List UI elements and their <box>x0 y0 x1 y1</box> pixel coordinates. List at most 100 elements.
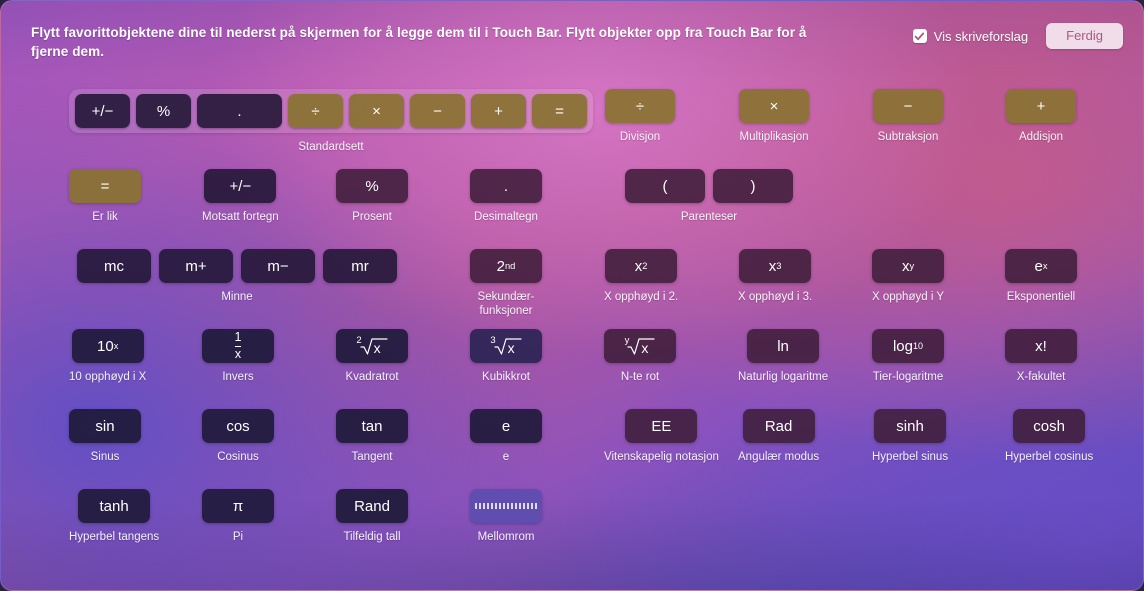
equals-button[interactable]: = <box>69 169 141 203</box>
button-glyph: m+ <box>185 259 206 274</box>
checkbox-box[interactable] <box>913 29 927 43</box>
checkmark-icon <box>914 31 925 42</box>
button-caption: N-te rot <box>621 370 659 384</box>
spacer-button[interactable] <box>470 489 542 523</box>
nth-root-button[interactable]: yx <box>604 329 676 363</box>
multiplication-button[interactable]: ×Multiplikasjon <box>739 89 809 144</box>
memory-add-button[interactable]: m+ <box>159 249 233 283</box>
tangent-button[interactable]: tan <box>336 409 408 443</box>
percent-button[interactable]: % <box>336 169 408 203</box>
button-caption: Tilfeldig tall <box>343 530 400 544</box>
button-caption: Subtraksjon <box>878 130 939 144</box>
hyperbolic-sine-button[interactable]: sinh <box>874 409 946 443</box>
plus-minus-button[interactable]: +/−Motsatt fortegn <box>202 169 279 224</box>
square-root-button[interactable]: 2xKvadratrot <box>336 329 408 384</box>
button-caption: Prosent <box>352 210 392 224</box>
button-caption: Sekundær- funksjoner <box>478 290 535 318</box>
plus-minus-button[interactable]: +/− <box>75 94 130 128</box>
palette-row: sinSinus cosCosinus tanTangent ee EEVitenska… <box>1 409 1144 489</box>
pi-button[interactable]: πPi <box>202 489 274 544</box>
scientific-notation-button[interactable]: EE <box>625 409 697 443</box>
euler-number-button[interactable]: e <box>470 409 542 443</box>
sine-button[interactable]: sin <box>69 409 141 443</box>
angular-mode-button[interactable]: Rad <box>743 409 815 443</box>
memory-subtract-button[interactable]: m− <box>241 249 315 283</box>
nth-root-button[interactable]: yx N-te rot <box>604 329 676 384</box>
hyperbolic-cosine-button[interactable]: cosh <box>1013 409 1085 443</box>
subtraction-button[interactable]: − Subtraksjon <box>873 89 943 144</box>
cube-root-button[interactable]: 3xKubikkrot <box>470 329 542 384</box>
multiplication-button[interactable]: × <box>739 89 809 123</box>
inverse-button[interactable]: 1xInvers <box>202 329 274 384</box>
factorial-button[interactable]: x! <box>1005 329 1077 363</box>
x-to-the-y-button[interactable]: xy <box>872 249 944 283</box>
division-button[interactable]: ÷Divisjon <box>605 89 675 144</box>
scientific-notation-button[interactable]: EEVitenskapelig notasjon <box>604 409 719 464</box>
show-typing-suggestions-checkbox[interactable]: Vis skriveforslag <box>913 29 1028 44</box>
second-functions-button[interactable]: 2nd Sekundær- funksjoner <box>470 249 542 318</box>
x-squared-button[interactable]: x2 <box>605 249 677 283</box>
natural-log-button[interactable]: lnNaturlig logaritme <box>738 329 828 384</box>
button-caption: Tier-logaritme <box>873 370 944 384</box>
tangent-button[interactable]: tanTangent <box>336 409 408 464</box>
memory-clear-button[interactable]: mc <box>77 249 151 283</box>
addition-button[interactable]: +Addisjon <box>1006 89 1076 144</box>
spacer-button[interactable]: Mellomrom <box>470 489 542 544</box>
pi-button[interactable]: π <box>202 489 274 523</box>
memory-recall-button[interactable]: mr <box>323 249 397 283</box>
equals-button[interactable]: = <box>532 94 587 128</box>
equals-button[interactable]: =Er lik <box>69 169 141 224</box>
ten-to-the-x-button[interactable]: 10x 10 opphøyd i X <box>69 329 146 384</box>
decimal-point-button[interactable]: . <box>470 169 542 203</box>
exponential-button[interactable]: exEksponentiell <box>1005 249 1077 304</box>
hyperbolic-cosine-button[interactable]: coshHyperbel cosinus <box>1005 409 1093 464</box>
hyperbolic-tangent-button[interactable]: tanh Hyperbel tangens <box>69 489 159 544</box>
parentheses-group: ()Parenteser <box>625 169 793 224</box>
standardsett-group: +/−%.÷×−+=Standardsett <box>69 89 593 154</box>
right-paren-button[interactable]: ) <box>713 169 793 203</box>
plus-minus-button[interactable]: +/− <box>204 169 276 203</box>
button-glyph: sin <box>95 419 114 434</box>
percent-button[interactable]: % <box>136 94 191 128</box>
division-button[interactable]: ÷ <box>605 89 675 123</box>
x-squared-button[interactable]: x2X opphøyd i 2. <box>604 249 678 304</box>
log-base-ten-button[interactable]: log10 <box>872 329 944 363</box>
cosine-button[interactable]: cos <box>202 409 274 443</box>
decimal-button[interactable]: . <box>197 94 282 128</box>
x-to-the-y-button[interactable]: xyX opphøyd i Y <box>872 249 944 304</box>
cosine-button[interactable]: cosCosinus <box>202 409 274 464</box>
minus-button[interactable]: − <box>410 94 465 128</box>
angular-mode-button[interactable]: RadAngulær modus <box>738 409 819 464</box>
hyperbolic-sine-button[interactable]: sinhHyperbel sinus <box>872 409 948 464</box>
second-functions-button[interactable]: 2nd <box>470 249 542 283</box>
ten-to-the-x-button[interactable]: 10x <box>72 329 144 363</box>
random-number-button[interactable]: Rand <box>336 489 408 523</box>
decimal-point-button[interactable]: .Desimaltegn <box>470 169 542 224</box>
natural-log-button[interactable]: ln <box>747 329 819 363</box>
square-root-button[interactable]: 2x <box>336 329 408 363</box>
button-caption: Hyperbel tangens <box>69 530 159 544</box>
exponential-button[interactable]: ex <box>1005 249 1077 283</box>
left-paren-button[interactable]: ( <box>625 169 705 203</box>
divide-button[interactable]: ÷ <box>288 94 343 128</box>
multiply-button[interactable]: × <box>349 94 404 128</box>
factorial-button[interactable]: x!X-fakultet <box>1005 329 1077 384</box>
x-cubed-button[interactable]: x3X opphøyd i 3. <box>738 249 812 304</box>
percent-button[interactable]: % Prosent <box>336 169 408 224</box>
done-button[interactable]: Ferdig <box>1046 23 1123 49</box>
plus-button[interactable]: + <box>471 94 526 128</box>
x-cubed-button[interactable]: x3 <box>739 249 811 283</box>
sine-button[interactable]: sinSinus <box>69 409 141 464</box>
hyperbolic-tangent-button[interactable]: tanh <box>78 489 150 523</box>
button-caption: 10 opphøyd i X <box>69 370 146 384</box>
subtraction-button[interactable]: − <box>873 89 943 123</box>
button-glyph: % <box>365 179 378 194</box>
random-number-button[interactable]: Rand Tilfeldig tall <box>336 489 408 544</box>
radical-glyph: yx <box>625 337 656 356</box>
inverse-button[interactable]: 1x <box>202 329 274 363</box>
button-glyph: mr <box>351 259 369 274</box>
log-base-ten-button[interactable]: log10 Tier-logaritme <box>872 329 944 384</box>
cube-root-button[interactable]: 3x <box>470 329 542 363</box>
euler-number-button[interactable]: ee <box>470 409 542 464</box>
addition-button[interactable]: + <box>1006 89 1076 123</box>
